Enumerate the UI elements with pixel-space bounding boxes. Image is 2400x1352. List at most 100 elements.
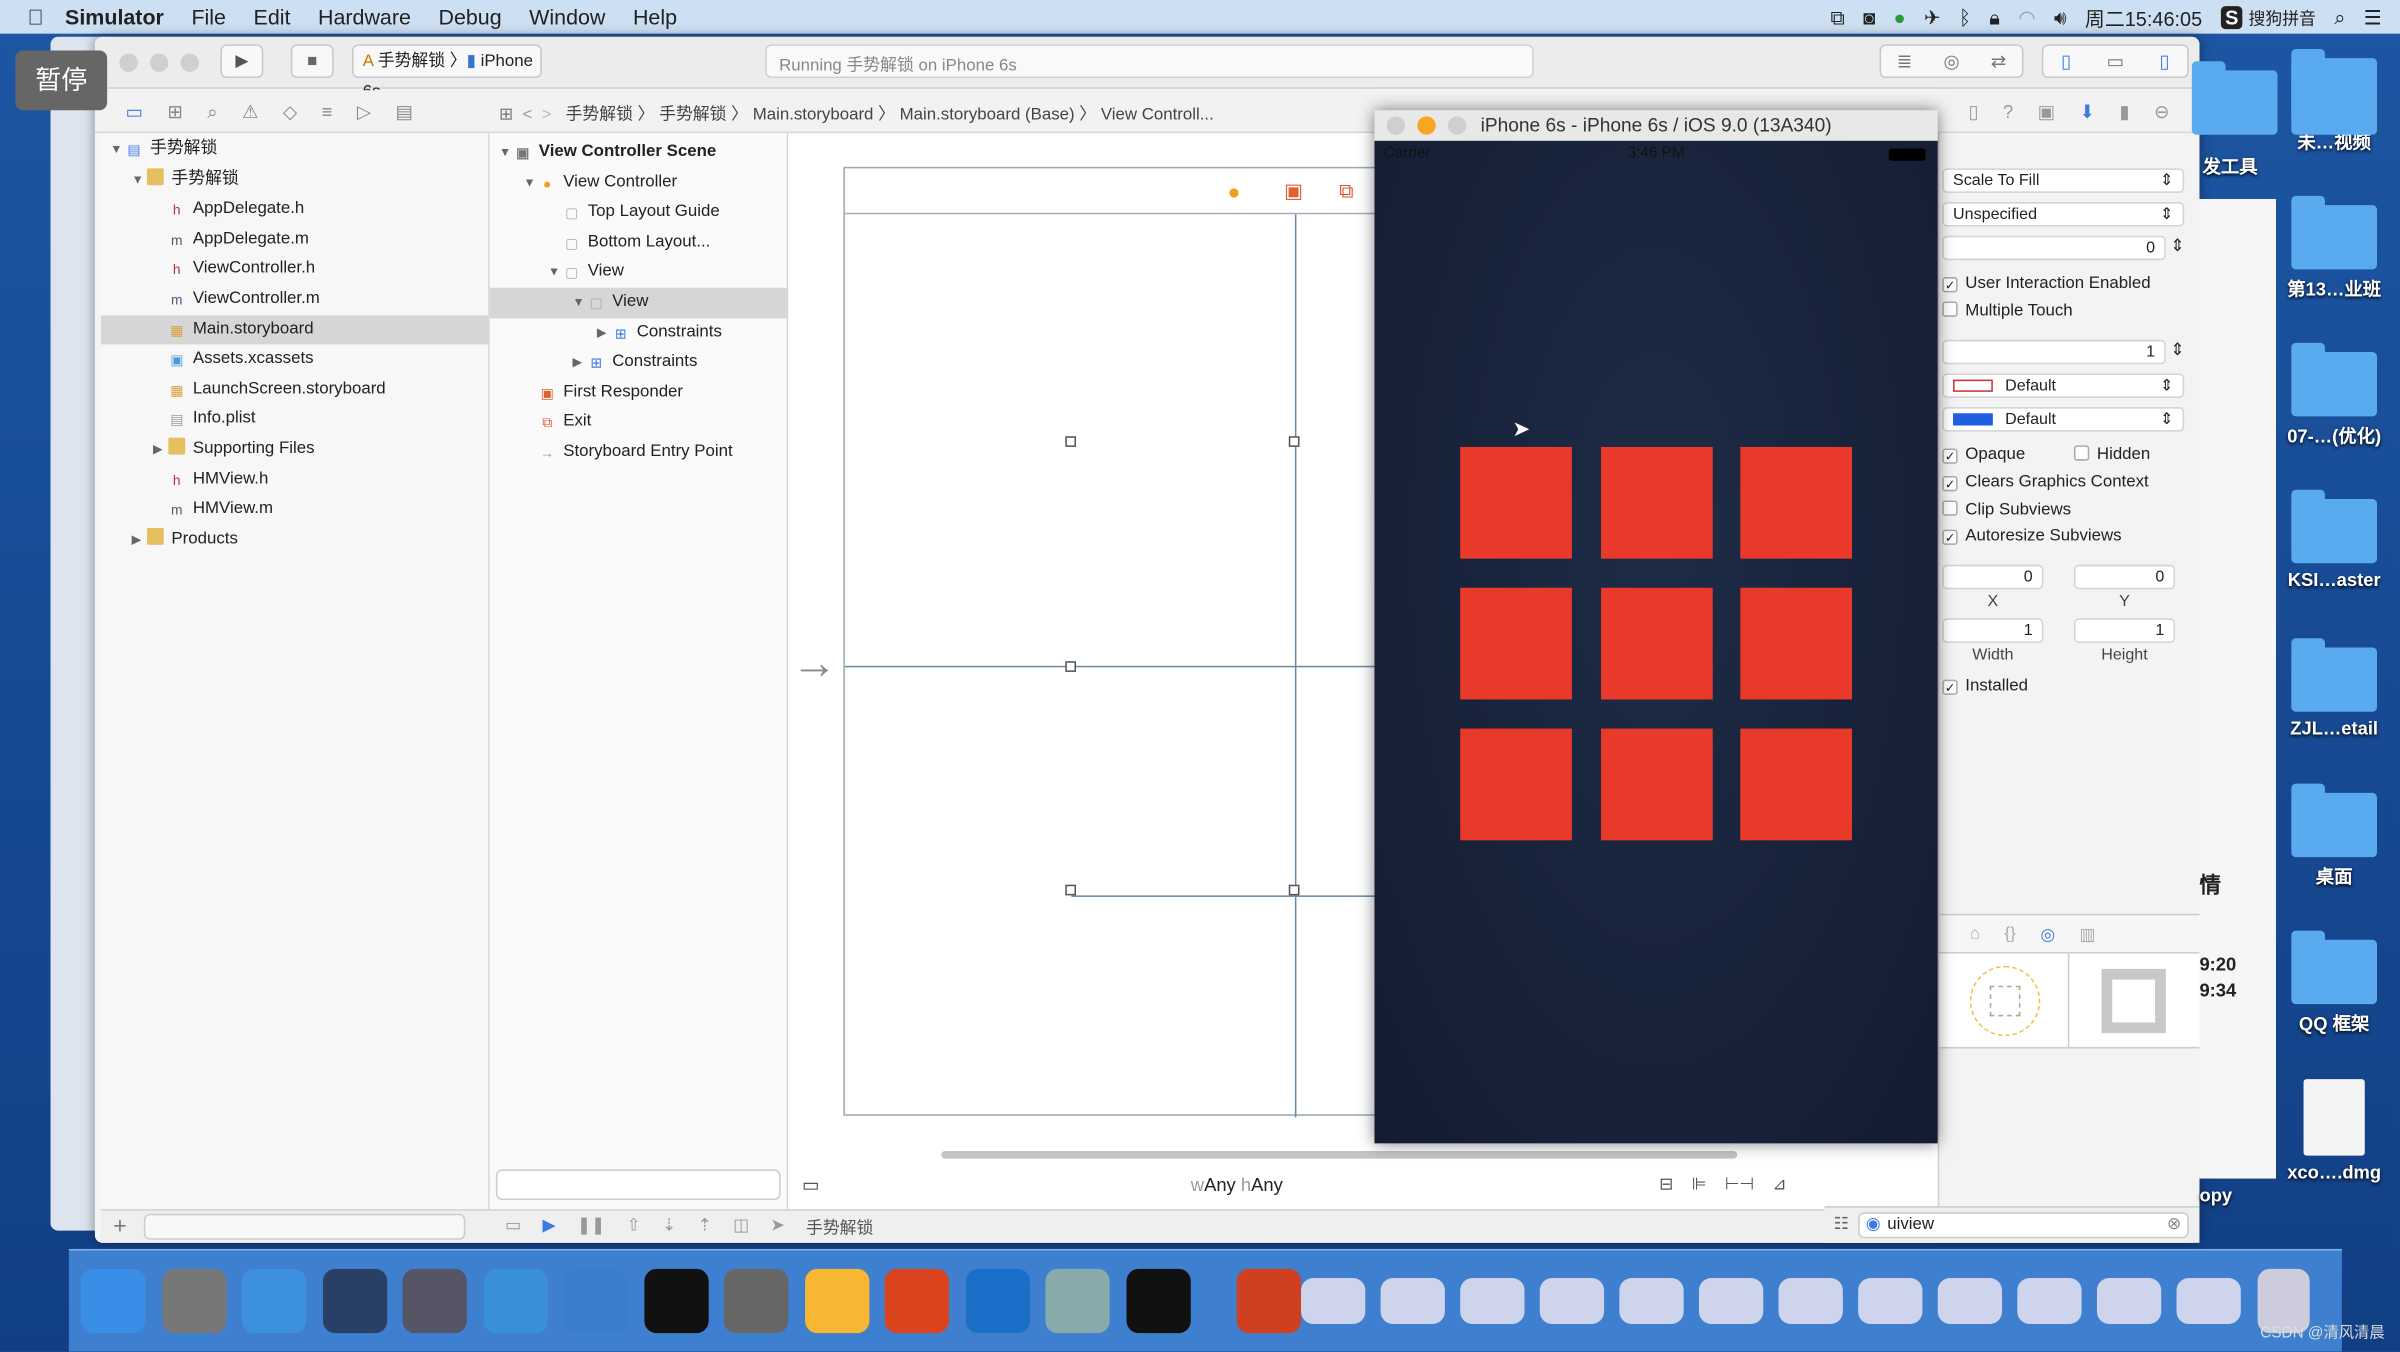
vmware-icon[interactable] xyxy=(965,1268,1030,1334)
sketch-icon[interactable] xyxy=(804,1268,869,1334)
scheme-selector[interactable]: A 手势解锁 〉▮ iPhone 6s xyxy=(352,44,542,101)
notification-center-icon[interactable]: ☰ xyxy=(2364,5,2382,29)
file-tree-item[interactable]: h ViewController.h xyxy=(101,255,488,285)
desktop-icon[interactable]: QQ 框架 xyxy=(2281,930,2388,1036)
file-tree-item[interactable]: ▣ Assets.xcassets xyxy=(101,345,488,375)
standard-editor-icon[interactable]: ≣ xyxy=(1897,51,1912,72)
breakpoint-navigator-icon[interactable]: ▷ xyxy=(357,101,371,124)
minimized-window-thumbnail[interactable] xyxy=(1619,1278,1684,1324)
hide-debug-icon[interactable]: ▭ xyxy=(505,1215,521,1239)
size-class-selector[interactable]: wAny hAny xyxy=(1191,1174,1283,1195)
code-snippet-icon[interactable]: {} xyxy=(2005,924,2016,942)
media-library-icon[interactable]: ▥ xyxy=(2080,924,2096,943)
lock-button[interactable] xyxy=(1600,446,1712,559)
lock-button[interactable] xyxy=(1460,728,1572,841)
launchpad-icon[interactable] xyxy=(161,1268,226,1334)
powerpoint-icon[interactable] xyxy=(884,1268,949,1334)
lock-button[interactable] xyxy=(1460,587,1572,700)
desktop-icon[interactable]: ZJL…etail xyxy=(2281,638,2388,739)
minimize-button[interactable] xyxy=(149,53,169,72)
menu-help[interactable]: Help xyxy=(633,5,677,29)
file-tree-item[interactable]: ▤ Info.plist xyxy=(101,405,488,435)
library-search-input[interactable]: ◉ uiview ⊗ xyxy=(1858,1212,2189,1239)
step-out-icon[interactable]: ⇡ xyxy=(698,1215,712,1239)
spotlight-icon[interactable]: ⌕ xyxy=(2334,5,2345,29)
resolve-icon[interactable]: ⊿ xyxy=(1772,1174,1786,1194)
desktop-icon[interactable]: 07-…(优化) xyxy=(2281,342,2388,448)
tint-color-select[interactable]: Default ⇕ xyxy=(1942,407,2185,432)
minimized-window-thumbnail[interactable] xyxy=(1301,1278,1366,1324)
view-controller-frame[interactable]: ● ▣ ⧉ xyxy=(843,166,1456,1118)
disclosure-triangle-icon[interactable]: ▼ xyxy=(132,165,147,195)
view-controller-icon[interactable]: ● xyxy=(1228,179,1241,203)
close-button[interactable] xyxy=(119,53,138,72)
desktop-icon[interactable]: xco….dmg xyxy=(2281,1079,2388,1183)
finder-icon[interactable] xyxy=(81,1268,146,1334)
first-responder-icon[interactable]: ▣ xyxy=(1284,179,1303,203)
close-button[interactable] xyxy=(1386,116,1406,135)
add-file-button[interactable]: + xyxy=(113,1214,126,1240)
clock[interactable]: 周二15:46:05 xyxy=(2085,3,2202,32)
breadcrumb-file[interactable]: Main.storyboard xyxy=(753,106,874,124)
help-inspector-icon[interactable]: ? xyxy=(2003,101,2013,122)
tag-field[interactable]: 0 xyxy=(1942,235,2166,261)
breadcrumb-base[interactable]: Main.storyboard (Base) xyxy=(900,106,1075,124)
camera-icon[interactable]: ◙ xyxy=(1863,6,1875,29)
hidden-checkbox[interactable]: Hidden xyxy=(2073,445,2150,464)
outline-item[interactable]: → Storyboard Entry Point xyxy=(490,438,787,468)
list-view-icon[interactable]: ☷ xyxy=(1834,1214,1849,1233)
debug-toggle-icon[interactable]: ▭ xyxy=(2107,51,2124,72)
alpha-field[interactable]: 1 xyxy=(1942,339,2166,365)
opaque-checkbox[interactable]: ✓ Opaque xyxy=(1942,445,2025,464)
file-tree-item[interactable]: ▶ Products xyxy=(101,525,488,555)
outline-item[interactable]: ▼ ▢ View xyxy=(490,258,787,288)
step-over-icon[interactable]: ⇧ xyxy=(626,1215,640,1239)
mouse-app-icon[interactable] xyxy=(322,1268,387,1334)
lock-button[interactable] xyxy=(1740,587,1853,700)
outline-toggle-icon[interactable]: ▭ xyxy=(802,1174,819,1195)
menu-window[interactable]: Window xyxy=(529,5,605,29)
minimized-window-thumbnail[interactable] xyxy=(2176,1278,2241,1324)
disclosure-triangle-icon[interactable]: ▶ xyxy=(153,435,168,465)
minimized-window-thumbnail[interactable] xyxy=(1698,1278,1764,1324)
y-field[interactable]: 0 xyxy=(2073,564,2175,590)
desktop-icon[interactable]: KSI…aster xyxy=(2281,489,2388,591)
screen-mirror-icon[interactable]: ⧉ xyxy=(1831,5,1845,29)
resize-handle[interactable] xyxy=(1288,884,1300,896)
minimized-window-thumbnail[interactable] xyxy=(1778,1278,1843,1324)
navigator-toggle-icon[interactable]: ▯ xyxy=(2061,51,2071,72)
disclosure-triangle-icon[interactable]: ▼ xyxy=(572,288,587,318)
iphone-screen[interactable]: Carrier 3:46 PM ➤ xyxy=(1374,140,1938,1144)
user-interaction-checkbox[interactable]: ✓ User Interaction Enabled xyxy=(1942,274,2151,293)
menu-simulator[interactable]: Simulator xyxy=(65,5,164,29)
height-field[interactable]: 1 xyxy=(2073,618,2175,643)
outline-filter-input[interactable] xyxy=(495,1169,781,1200)
size-inspector-icon[interactable]: ▮ xyxy=(2119,101,2129,122)
alpha-stepper[interactable]: ⇕ xyxy=(2170,340,2184,359)
disclosure-triangle-icon[interactable]: ▼ xyxy=(523,168,538,198)
outline-item[interactable]: ▼ ● View Controller xyxy=(490,168,787,198)
safari-icon[interactable] xyxy=(241,1268,307,1334)
issue-navigator-icon[interactable]: ⚠ xyxy=(242,101,258,124)
minimized-window-thumbnail[interactable] xyxy=(1380,1278,1445,1324)
align-icon[interactable]: ⊫ xyxy=(1692,1174,1707,1194)
desktop-icon[interactable]: 桌面 xyxy=(2281,783,2388,889)
imovie-icon[interactable] xyxy=(402,1268,467,1334)
navigator-filter-input[interactable] xyxy=(143,1213,466,1240)
identity-inspector-icon[interactable]: ▣ xyxy=(2038,101,2055,122)
semantic-select[interactable]: Unspecified ⇕ xyxy=(1942,202,2185,227)
assistant-editor-icon[interactable]: ◎ xyxy=(1943,51,1959,72)
simulator-icon[interactable] xyxy=(563,1268,628,1334)
media-player-icon[interactable] xyxy=(1236,1268,1302,1334)
outline-item[interactable]: ▢ Bottom Layout... xyxy=(490,228,787,258)
report-navigator-icon[interactable]: ▤ xyxy=(395,101,412,124)
run-button[interactable]: ▶ xyxy=(220,44,264,79)
installed-checkbox[interactable]: ✓ Installed xyxy=(1942,677,2028,695)
breadcrumb-scene[interactable]: View Controll... xyxy=(1101,106,1214,124)
lock-icon[interactable]: 🔒︎ xyxy=(1989,5,2000,29)
file-tree-item[interactable]: h HMView.h xyxy=(101,465,488,495)
tag-stepper[interactable]: ⇕ xyxy=(2170,236,2184,255)
preview-icon[interactable] xyxy=(1045,1268,1110,1334)
minimized-window-thumbnail[interactable] xyxy=(1539,1278,1605,1324)
file-tree-item[interactable]: ▼ 手势解锁 xyxy=(101,165,488,195)
